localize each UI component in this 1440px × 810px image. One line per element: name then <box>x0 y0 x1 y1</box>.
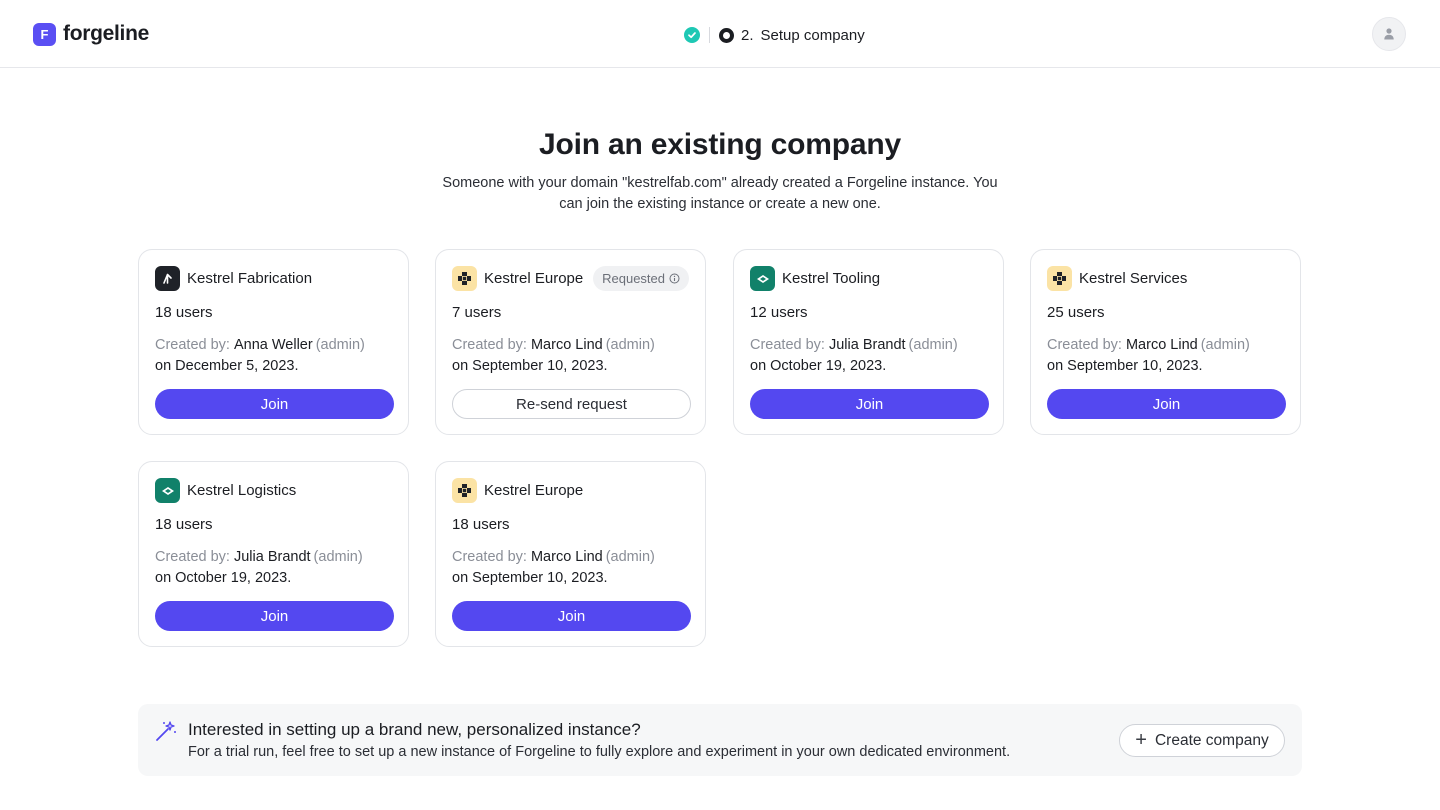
company-card: Kestrel Europe Requested 7 users Created… <box>435 249 706 435</box>
step-divider <box>709 27 710 43</box>
creator-role: (admin) <box>315 337 365 353</box>
company-card: Kestrel Fabrication 18 users Created by:… <box>138 249 409 435</box>
kestrel-teal-icon <box>750 266 775 291</box>
company-card: Kestrel Logistics 18 users Created by: Ju… <box>138 461 409 647</box>
creator-name: Julia Brandt <box>233 549 311 565</box>
user-count: 12 users <box>750 304 808 321</box>
company-name: Kestrel Europe <box>484 482 584 499</box>
company-card: Kestrel Tooling 12 users Created by: Juli… <box>733 249 1004 435</box>
created-info: Created by: Julia Brandt (admin) on Octobe… <box>155 547 363 589</box>
app-logo[interactable]: F forgeline <box>33 22 149 46</box>
step-label: Setup company <box>760 26 865 44</box>
resend-request-button[interactable]: Re-send request <box>452 389 691 419</box>
user-avatar[interactable] <box>1372 17 1406 51</box>
create-instance-banner: Interested in setting up a brand new, pe… <box>138 704 1302 776</box>
created-by-label: Created by: <box>452 549 527 565</box>
info-icon <box>669 273 680 284</box>
create-company-label: Create company <box>1154 731 1269 749</box>
setup-stepper: 2. Setup company <box>684 25 865 45</box>
join-button[interactable]: Join <box>155 389 394 419</box>
created-by-label: Created by: <box>750 337 825 353</box>
top-bar: F forgeline 2. Setup company <box>0 0 1440 68</box>
create-company-button[interactable]: + Create company <box>1119 724 1285 757</box>
creator-name: Julia Brandt <box>828 337 906 353</box>
user-count: 7 users <box>452 304 502 321</box>
join-button[interactable]: Join <box>155 601 394 631</box>
kestrel-checker-icon <box>1047 266 1072 291</box>
created-info: Created by: Julia Brandt (admin) on Octobe… <box>750 335 958 377</box>
app-name: forgeline <box>63 22 149 45</box>
creator-name: Marco Lind <box>530 337 603 353</box>
company-name: Kestrel Europe <box>484 270 584 287</box>
requested-badge[interactable]: Requested <box>593 266 689 291</box>
creator-name: Marco Lind <box>1125 337 1198 353</box>
created-date: on September 10, 2023. <box>452 358 608 374</box>
kestrel-dark-icon <box>155 266 180 291</box>
company-card: Kestrel Services 25 users Created by: Mar… <box>1030 249 1301 435</box>
company-name: Kestrel Services <box>1079 270 1188 287</box>
created-by-label: Created by: <box>155 337 230 353</box>
company-name: Kestrel Logistics <box>187 482 297 499</box>
user-count: 18 users <box>155 516 213 533</box>
user-count: 18 users <box>155 304 213 321</box>
join-button[interactable]: Join <box>750 389 989 419</box>
page-title: Join an existing company <box>539 128 901 161</box>
company-name: Kestrel Tooling <box>782 270 881 287</box>
banner-title: Interested in setting up a brand new, pe… <box>188 720 641 739</box>
plus-icon: + <box>1135 728 1147 751</box>
join-button[interactable]: Join <box>452 601 691 631</box>
kestrel-teal-icon <box>155 478 180 503</box>
created-date: on October 19, 2023. <box>750 358 887 374</box>
created-by-label: Created by: <box>452 337 527 353</box>
step-number: 2. <box>741 26 754 44</box>
company-name: Kestrel Fabrication <box>187 270 313 287</box>
step-current-icon <box>719 27 734 43</box>
logo-mark-icon: F <box>33 22 56 46</box>
created-info: Created by: Anna Weller (admin) on Decembe… <box>155 335 365 377</box>
join-button[interactable]: Join <box>1047 389 1286 419</box>
user-count: 25 users <box>1047 304 1105 321</box>
created-by-label: Created by: <box>1047 337 1122 353</box>
creator-role: (admin) <box>605 549 655 565</box>
creator-role: (admin) <box>313 549 363 565</box>
created-info: Created by: Marco Lind (admin) on Septembe… <box>452 547 655 589</box>
step-completed-check-icon <box>684 27 700 43</box>
user-icon <box>1384 28 1394 40</box>
creator-role: (admin) <box>1200 337 1250 353</box>
created-info: Created by: Marco Lind (admin) on Septembe… <box>1047 335 1250 377</box>
creator-name: Marco Lind <box>530 549 603 565</box>
created-info: Created by: Marco Lind (admin) on Septembe… <box>452 335 655 377</box>
requested-badge-label: Requested <box>602 271 665 286</box>
kestrel-checker-icon <box>452 478 477 503</box>
user-count: 18 users <box>452 516 510 533</box>
created-date: on September 10, 2023. <box>452 570 608 586</box>
created-date: on October 19, 2023. <box>155 570 292 586</box>
page-subtitle: Someone with your domain "kestrelfab.com… <box>442 175 998 212</box>
kestrel-checker-icon <box>452 266 477 291</box>
created-by-label: Created by: <box>155 549 230 565</box>
created-date: on December 5, 2023. <box>155 358 299 374</box>
company-card: Kestrel Europe 18 users Created by: Marco… <box>435 461 706 647</box>
creator-name: Anna Weller <box>233 337 313 353</box>
creator-role: (admin) <box>605 337 655 353</box>
banner-description: For a trial run, feel free to set up a n… <box>188 744 1011 760</box>
created-date: on September 10, 2023. <box>1047 358 1203 374</box>
magic-wand-icon <box>156 721 176 741</box>
creator-role: (admin) <box>908 337 958 353</box>
